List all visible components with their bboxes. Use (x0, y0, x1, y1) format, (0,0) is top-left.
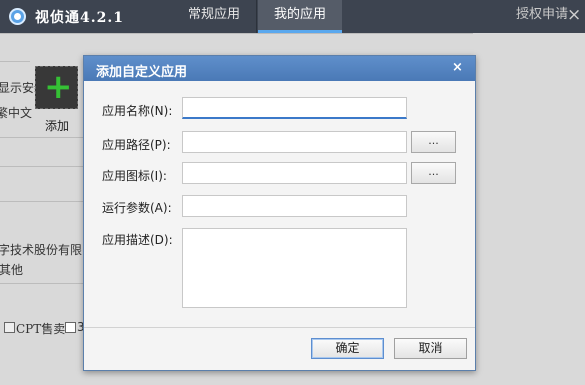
ok-button[interactable]: 确定 (311, 338, 384, 359)
add-app-tile[interactable]: + (35, 66, 78, 109)
app-title: 视侦通4.2.1 (35, 10, 124, 26)
checkbox-checked[interactable] (65, 322, 76, 333)
app-icon-label: 应用图标(I): (102, 169, 167, 183)
dialog-divider (84, 327, 475, 328)
add-app-label: 添加 (45, 119, 70, 133)
plus-icon: + (44, 67, 73, 107)
run-args-input[interactable] (182, 195, 407, 217)
divider (0, 61, 30, 62)
dialog-title: 添加自定义应用 (96, 65, 188, 80)
dialog-close-icon[interactable]: × (452, 60, 463, 75)
bg-text-language: 繁中文 (0, 106, 33, 120)
top-bar: 视侦通4.2.1 常规应用 我的应用 授权申请 × (0, 0, 585, 33)
divider (0, 33, 473, 34)
app-icon-input[interactable] (182, 162, 407, 184)
tab-regular-apps[interactable]: 常规应用 (175, 0, 253, 33)
checkbox-cpt[interactable] (4, 322, 15, 333)
app-name-label: 应用名称(N): (102, 104, 173, 118)
window-close-icon[interactable]: × (567, 5, 581, 25)
app-desc-textarea[interactable] (182, 228, 407, 308)
dialog-title-bar: 添加自定义应用 × (84, 56, 475, 81)
app-name-input[interactable] (182, 97, 407, 119)
add-custom-app-dialog: 添加自定义应用 × 应用名称(N): 应用路径(P): ... 应用图标(I):… (83, 55, 476, 371)
browse-icon-button[interactable]: ... (411, 162, 456, 184)
bg-text-company: 字技术股份有限 (0, 243, 83, 257)
app-path-input[interactable] (182, 131, 407, 153)
app-path-label: 应用路径(P): (102, 138, 171, 152)
license-request-link[interactable]: 授权申请 (516, 0, 568, 30)
tab-divider (256, 0, 257, 33)
bg-text-other: 其他 (0, 263, 24, 277)
app-logo-icon (9, 8, 26, 25)
bg-text-cpt: CPT售卖 (16, 322, 66, 336)
run-args-label: 运行参数(A): (102, 201, 172, 215)
app-desc-label: 应用描述(D): (102, 233, 173, 247)
tab-my-apps[interactable]: 我的应用 (258, 0, 342, 33)
cancel-button[interactable]: 取消 (394, 338, 467, 359)
browse-path-button[interactable]: ... (411, 131, 456, 153)
